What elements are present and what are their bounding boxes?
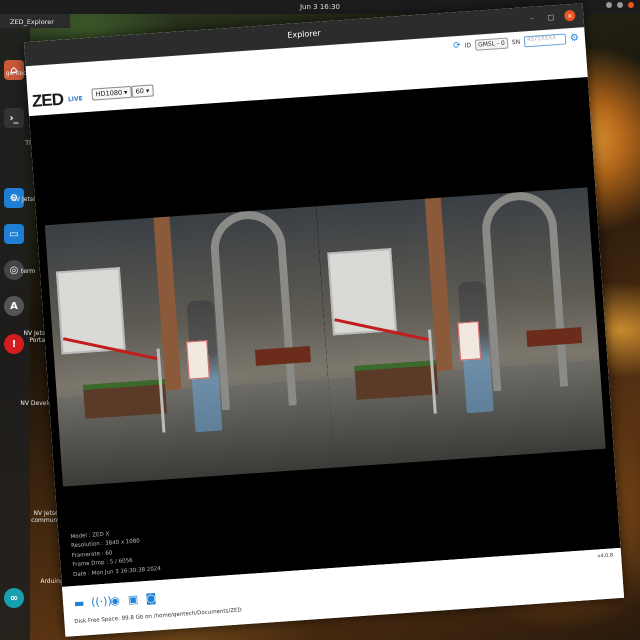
settings-gear-icon[interactable]: ⚙: [570, 32, 580, 44]
refresh-icon[interactable]: ⟳: [453, 41, 461, 52]
left-camera-view: [44, 206, 335, 487]
terminal-icon[interactable]: ›_: [4, 108, 24, 128]
camera-id-select[interactable]: GMSL - 0: [474, 37, 509, 51]
right-camera-view: [316, 187, 606, 468]
id-label: ID: [464, 41, 472, 50]
software-center-icon[interactable]: A: [4, 296, 24, 316]
maximize-button[interactable]: □: [545, 11, 557, 23]
camera-info: Model : ZED X Resolution : 3840 x 1080 F…: [70, 527, 161, 581]
app-menu[interactable]: ZED_Explorer: [10, 18, 54, 26]
resolution-select[interactable]: HD1080 ▾: [91, 85, 132, 101]
monitor-icon[interactable]: ▭: [4, 224, 24, 244]
disk-space-label: Disk Free Space: 99.8 Gb on /home/gentec…: [74, 607, 242, 626]
resolution-value: HD1080: [95, 88, 123, 99]
zed-logo: ZED: [31, 89, 64, 111]
version-label: v4.0.8: [597, 552, 614, 560]
video-viewer[interactable]: Model : ZED X Resolution : 3840 x 1080 F…: [29, 77, 621, 587]
arduino-icon[interactable]: ∞: [4, 588, 24, 608]
volume-icon[interactable]: [617, 2, 623, 8]
network-icon[interactable]: [606, 2, 612, 8]
system-tray[interactable]: [606, 2, 634, 8]
folder-icon[interactable]: ▬: [73, 596, 86, 610]
svo-icon[interactable]: ▣: [127, 593, 140, 607]
fps-value: 60: [135, 87, 145, 96]
live-badge: LIVE: [67, 95, 84, 104]
minimize-button[interactable]: –: [526, 12, 538, 24]
serial-number-input[interactable]: 4572XXXX: [523, 32, 567, 47]
app-menu-bar: ZED_Explorer: [0, 14, 70, 28]
stereo-feed: [44, 187, 606, 487]
sn-label: SN: [511, 38, 521, 46]
fps-select[interactable]: 60 ▾: [131, 84, 154, 98]
stream-icon[interactable]: ((·)): [91, 595, 113, 609]
power-icon[interactable]: [628, 2, 634, 8]
record-icon[interactable]: ◉: [109, 594, 122, 608]
close-button[interactable]: ×: [563, 9, 576, 22]
camera-snapshot-icon[interactable]: ◙: [145, 591, 158, 605]
zed-explorer-window: Explorer – □ × ⟳ ID GMSL - 0 SN 4572XXXX…: [23, 3, 625, 637]
